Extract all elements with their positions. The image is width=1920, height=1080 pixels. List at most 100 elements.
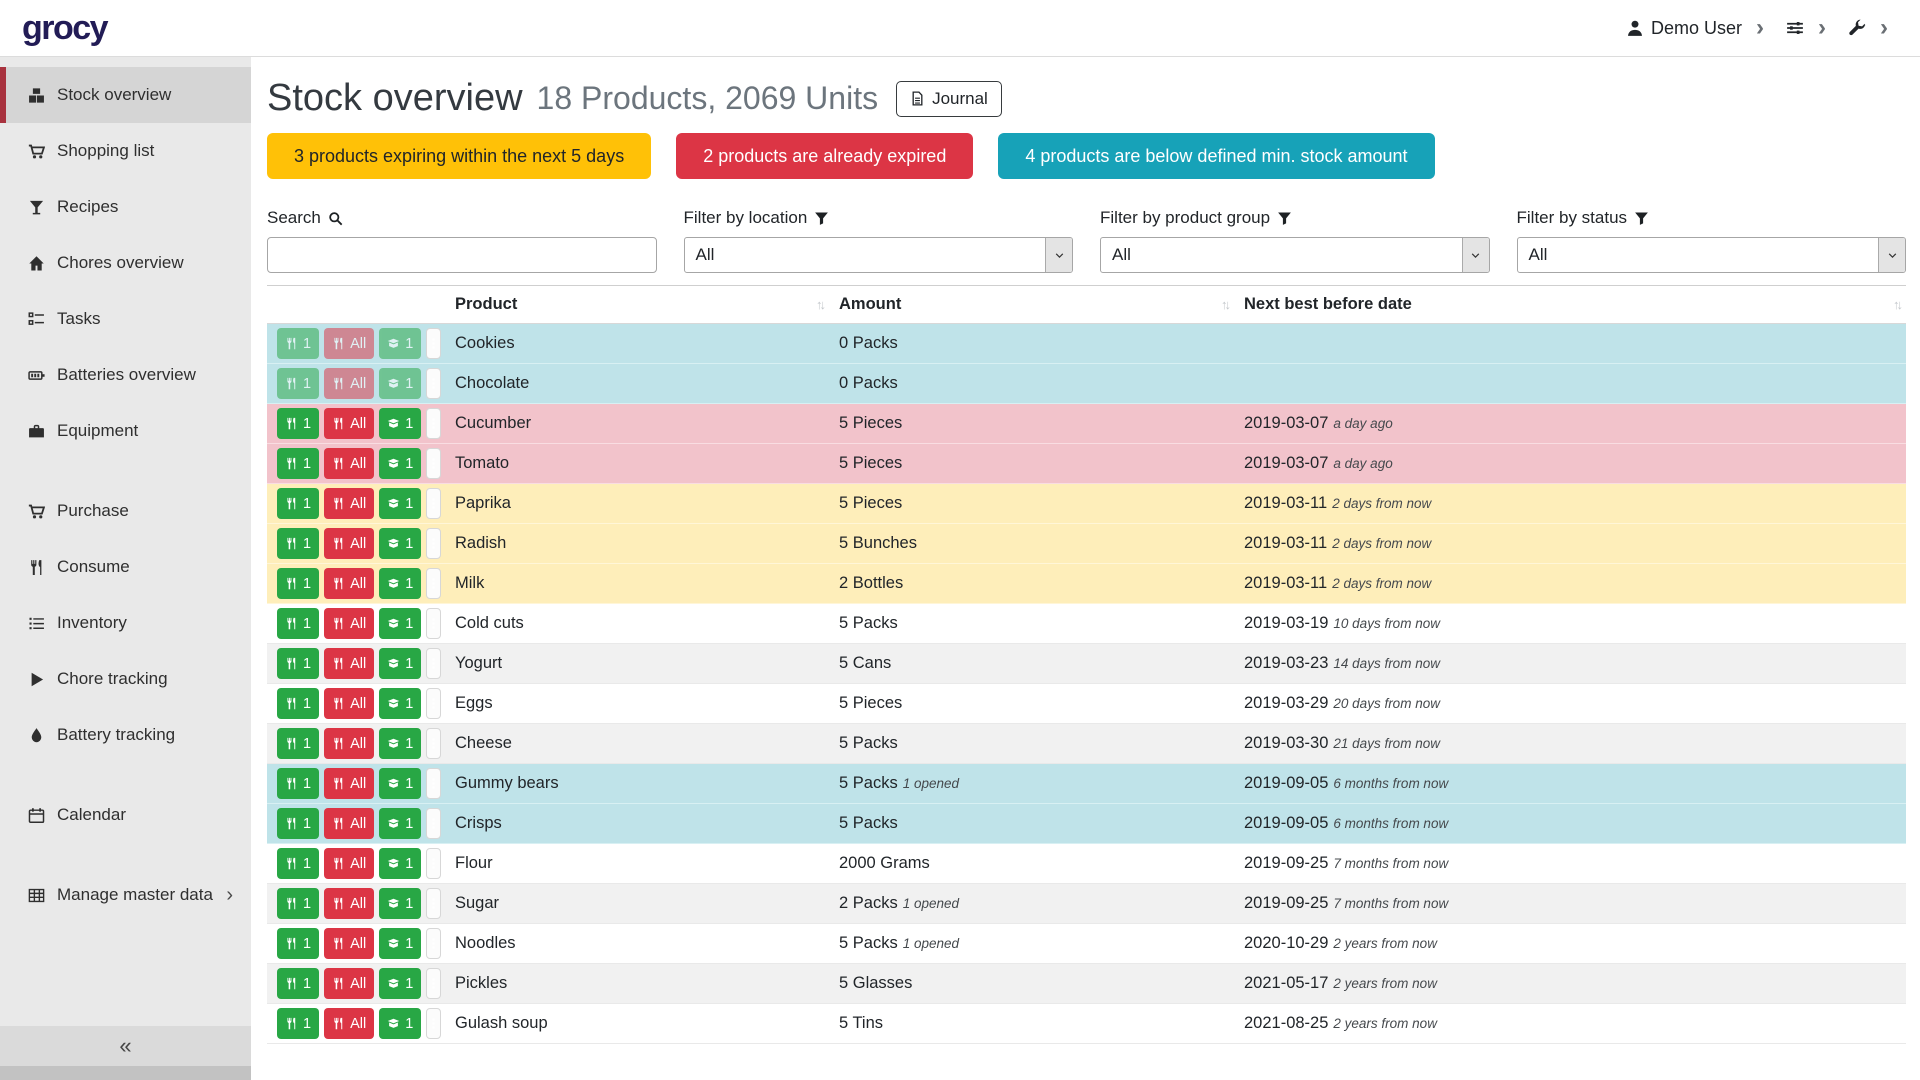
row-menu-button[interactable] bbox=[426, 728, 441, 759]
sidebar-item-manage-master-data[interactable]: Manage master data› bbox=[0, 867, 251, 923]
search-input[interactable] bbox=[267, 237, 657, 273]
row-menu-button[interactable] bbox=[426, 928, 441, 959]
open-one-button[interactable]: 1 bbox=[379, 848, 421, 879]
sort-icon[interactable]: ↑↓ bbox=[1893, 297, 1900, 312]
sidebar-item-inventory[interactable]: Inventory bbox=[0, 595, 251, 651]
consume-all-button[interactable]: All bbox=[324, 968, 374, 999]
row-menu-button[interactable] bbox=[426, 848, 441, 879]
best-before-column-header[interactable]: Next best before date↑↓ bbox=[1234, 286, 1906, 324]
consume-all-button[interactable]: All bbox=[324, 568, 374, 599]
row-menu-button[interactable] bbox=[426, 408, 441, 439]
sidebar-item-equipment[interactable]: Equipment bbox=[0, 403, 251, 459]
open-one-button[interactable]: 1 bbox=[379, 608, 421, 639]
consume-one-button[interactable]: 1 bbox=[277, 368, 319, 399]
row-menu-button[interactable] bbox=[426, 888, 441, 919]
consume-one-button[interactable]: 1 bbox=[277, 1008, 319, 1039]
sidebar-item-purchase[interactable]: Purchase bbox=[0, 483, 251, 539]
consume-all-button[interactable]: All bbox=[324, 608, 374, 639]
consume-all-button[interactable]: All bbox=[324, 888, 374, 919]
journal-button[interactable]: Journal bbox=[896, 81, 1002, 117]
consume-one-button[interactable]: 1 bbox=[277, 648, 319, 679]
open-one-button[interactable]: 1 bbox=[379, 888, 421, 919]
open-one-button[interactable]: 1 bbox=[379, 808, 421, 839]
row-menu-button[interactable] bbox=[426, 528, 441, 559]
consume-one-button[interactable]: 1 bbox=[277, 808, 319, 839]
open-one-button[interactable]: 1 bbox=[379, 768, 421, 799]
row-menu-button[interactable] bbox=[426, 808, 441, 839]
open-one-button[interactable]: 1 bbox=[379, 928, 421, 959]
row-menu-button[interactable] bbox=[426, 448, 441, 479]
sidebar-item-recipes[interactable]: Recipes bbox=[0, 179, 251, 235]
location-select[interactable]: All bbox=[684, 237, 1074, 273]
open-one-button[interactable]: 1 bbox=[379, 408, 421, 439]
user-menu[interactable]: Demo User bbox=[1626, 18, 1742, 39]
consume-one-button[interactable]: 1 bbox=[277, 688, 319, 719]
consume-all-button[interactable]: All bbox=[324, 648, 374, 679]
consume-one-button[interactable]: 1 bbox=[277, 568, 319, 599]
consume-one-button[interactable]: 1 bbox=[277, 608, 319, 639]
open-one-button[interactable]: 1 bbox=[379, 448, 421, 479]
consume-all-button[interactable]: All bbox=[324, 768, 374, 799]
row-menu-button[interactable] bbox=[426, 768, 441, 799]
sidebar-item-tasks[interactable]: Tasks bbox=[0, 291, 251, 347]
consume-one-button[interactable]: 1 bbox=[277, 888, 319, 919]
sidebar-item-chores-overview[interactable]: Chores overview bbox=[0, 235, 251, 291]
consume-one-button[interactable]: 1 bbox=[277, 968, 319, 999]
consume-one-button[interactable]: 1 bbox=[277, 528, 319, 559]
open-one-button[interactable]: 1 bbox=[379, 328, 421, 359]
product-column-header[interactable]: Product↑↓ bbox=[445, 286, 829, 324]
open-one-button[interactable]: 1 bbox=[379, 968, 421, 999]
row-menu-button[interactable] bbox=[426, 968, 441, 999]
consume-all-button[interactable]: All bbox=[324, 688, 374, 719]
sidebar-item-shopping-list[interactable]: Shopping list bbox=[0, 123, 251, 179]
admin-chevron-icon[interactable]: › bbox=[1878, 16, 1890, 40]
consume-all-button[interactable]: All bbox=[324, 368, 374, 399]
status-select[interactable]: All bbox=[1517, 237, 1907, 273]
consume-one-button[interactable]: 1 bbox=[277, 488, 319, 519]
row-menu-button[interactable] bbox=[426, 328, 441, 359]
open-one-button[interactable]: 1 bbox=[379, 648, 421, 679]
row-menu-button[interactable] bbox=[426, 368, 441, 399]
user-menu-chevron-icon[interactable]: › bbox=[1754, 16, 1766, 40]
row-menu-button[interactable] bbox=[426, 568, 441, 599]
sidebar-item-stock-overview[interactable]: Stock overview bbox=[0, 67, 251, 123]
consume-one-button[interactable]: 1 bbox=[277, 328, 319, 359]
open-one-button[interactable]: 1 bbox=[379, 688, 421, 719]
consume-all-button[interactable]: All bbox=[324, 488, 374, 519]
consume-all-button[interactable]: All bbox=[324, 728, 374, 759]
sidebar-item-battery-tracking[interactable]: Battery tracking bbox=[0, 707, 251, 763]
row-menu-button[interactable] bbox=[426, 1008, 441, 1039]
sidebar-item-batteries-overview[interactable]: Batteries overview bbox=[0, 347, 251, 403]
consume-one-button[interactable]: 1 bbox=[277, 928, 319, 959]
consume-all-button[interactable]: All bbox=[324, 1008, 374, 1039]
consume-one-button[interactable]: 1 bbox=[277, 768, 319, 799]
open-one-button[interactable]: 1 bbox=[379, 568, 421, 599]
consume-one-button[interactable]: 1 bbox=[277, 848, 319, 879]
consume-all-button[interactable]: All bbox=[324, 328, 374, 359]
row-menu-button[interactable] bbox=[426, 648, 441, 679]
consume-all-button[interactable]: All bbox=[324, 408, 374, 439]
open-one-button[interactable]: 1 bbox=[379, 488, 421, 519]
wrench-icon[interactable] bbox=[1848, 19, 1866, 37]
row-menu-button[interactable] bbox=[426, 608, 441, 639]
consume-all-button[interactable]: All bbox=[324, 448, 374, 479]
open-one-button[interactable]: 1 bbox=[379, 368, 421, 399]
sliders-icon[interactable] bbox=[1786, 19, 1804, 37]
open-one-button[interactable]: 1 bbox=[379, 1008, 421, 1039]
open-one-button[interactable]: 1 bbox=[379, 728, 421, 759]
sidebar-item-consume[interactable]: Consume bbox=[0, 539, 251, 595]
sidebar-item-chore-tracking[interactable]: Chore tracking bbox=[0, 651, 251, 707]
consume-all-button[interactable]: All bbox=[324, 528, 374, 559]
amount-column-header[interactable]: Amount↑↓ bbox=[829, 286, 1234, 324]
consume-one-button[interactable]: 1 bbox=[277, 408, 319, 439]
sort-icon[interactable]: ↑↓ bbox=[816, 297, 823, 312]
product-group-select[interactable]: All bbox=[1100, 237, 1490, 273]
row-menu-button[interactable] bbox=[426, 488, 441, 519]
consume-all-button[interactable]: All bbox=[324, 808, 374, 839]
consume-one-button[interactable]: 1 bbox=[277, 448, 319, 479]
consume-all-button[interactable]: All bbox=[324, 928, 374, 959]
consume-all-button[interactable]: All bbox=[324, 848, 374, 879]
sidebar-collapse-button[interactable]: « bbox=[0, 1026, 251, 1066]
settings-chevron-icon[interactable]: › bbox=[1816, 16, 1828, 40]
consume-one-button[interactable]: 1 bbox=[277, 728, 319, 759]
